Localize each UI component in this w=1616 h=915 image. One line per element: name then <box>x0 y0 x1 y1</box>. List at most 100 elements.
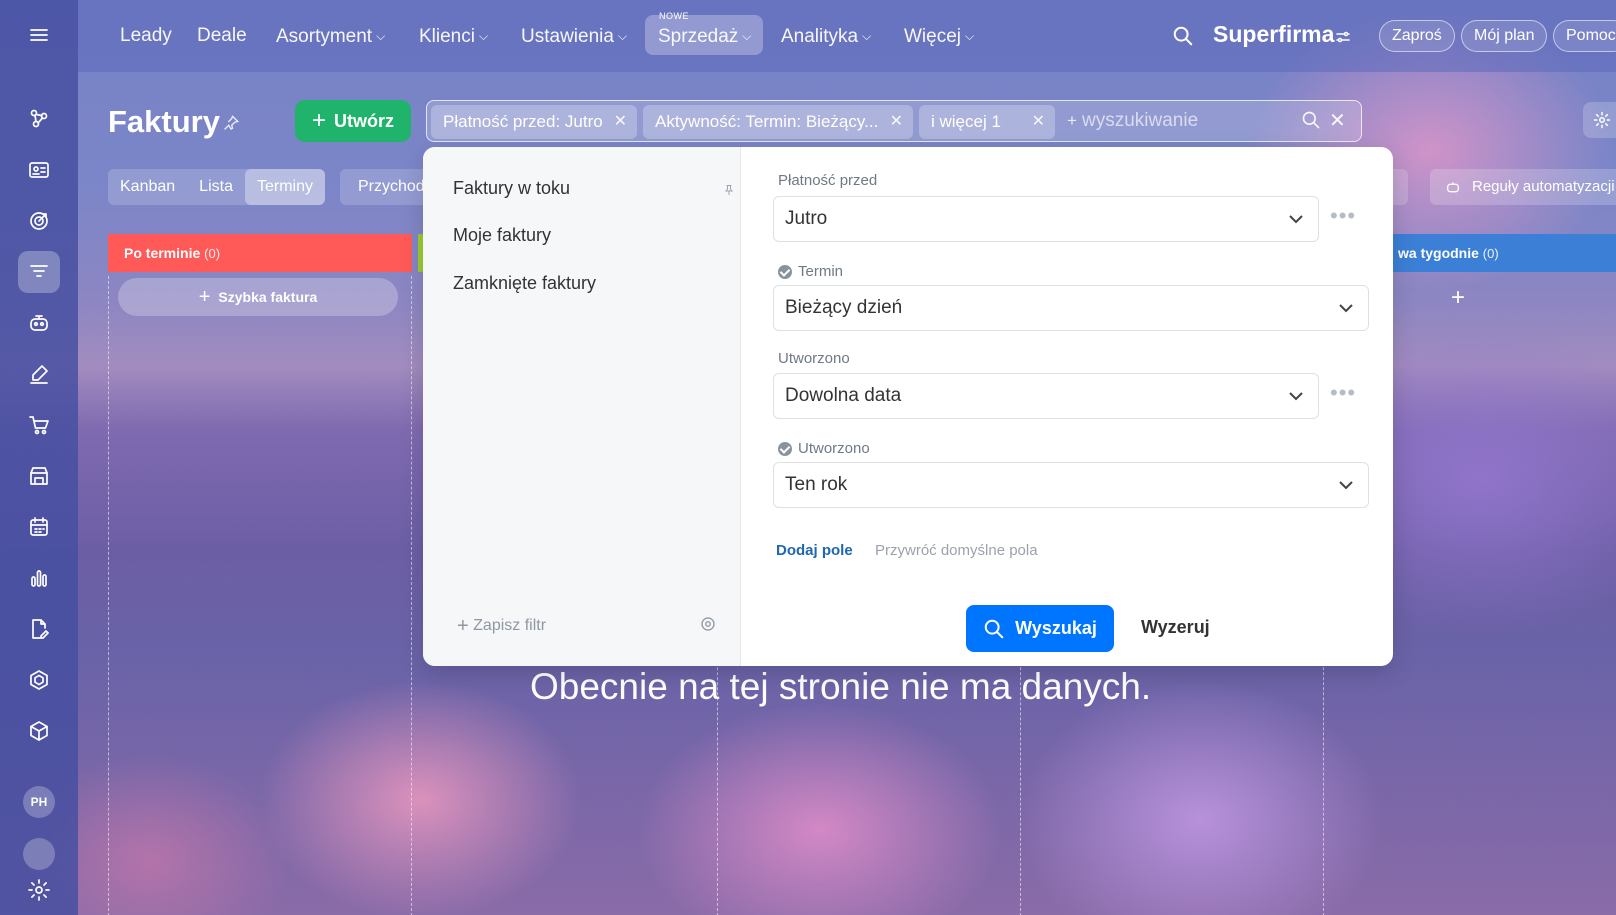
close-icon[interactable]: ✕ <box>1032 105 1045 139</box>
add-card-plus-icon[interactable]: + <box>1451 284 1465 312</box>
bar-chart-icon[interactable] <box>18 557 60 599</box>
close-icon[interactable]: ✕ <box>890 105 903 139</box>
robot-icon[interactable] <box>18 302 60 344</box>
deadline-select[interactable]: Bieżący dzień <box>773 285 1369 331</box>
chevron-down-icon <box>1289 215 1303 224</box>
cart-icon[interactable] <box>18 404 60 446</box>
robot-icon <box>1447 182 1459 193</box>
nav-item-wiecej[interactable]: Więcej ⌵ <box>904 24 974 48</box>
quick-invoice-button[interactable]: + Szybka faktura <box>118 278 398 316</box>
brand-name[interactable]: Superfirma <box>1213 21 1334 48</box>
filter-chip[interactable]: Płatność przed: Jutro ✕ <box>431 105 637 139</box>
check-circle-icon <box>778 264 792 279</box>
document-edit-icon[interactable] <box>18 608 60 650</box>
my-plan-button[interactable]: Mój plan <box>1461 20 1548 52</box>
filter-chip[interactable]: Aktywność: Termin: Bieżący... ✕ <box>643 105 913 139</box>
pin-icon[interactable] <box>222 114 240 137</box>
filter-chip[interactable]: i więcej 1 ✕ <box>919 105 1055 139</box>
search-input[interactable] <box>1082 105 1312 137</box>
nav-item-asortyment[interactable]: Asortyment ⌵ <box>276 24 385 48</box>
nav-item-sprzedaz[interactable]: Sprzedaż ⌵ <box>658 24 751 48</box>
more-options-icon[interactable]: ••• <box>1330 203 1356 229</box>
field-label-created: Utworzono <box>778 350 850 367</box>
created-date-select[interactable]: Dowolna data <box>773 373 1319 419</box>
search-icon[interactable] <box>1301 110 1321 135</box>
plus-icon: + <box>1067 111 1077 130</box>
filter-popup: Faktury w toku Moje faktury Zamknięte fa… <box>423 147 1393 666</box>
automation-rules-button[interactable]: Reguły automatyzacji <box>1430 169 1616 205</box>
restore-default-fields-link[interactable]: Przywróć domyślne pola <box>875 542 1038 559</box>
secondary-avatar[interactable] <box>23 838 55 870</box>
preset-closed-invoices[interactable]: Zamknięte faktury <box>453 273 596 294</box>
check-circle-icon <box>778 441 792 456</box>
users-network-icon[interactable] <box>18 98 60 140</box>
create-button[interactable]: + Utwórz <box>295 100 411 142</box>
close-icon[interactable]: ✕ <box>614 105 627 139</box>
view-switcher: Kanban Lista Terminy <box>108 169 325 205</box>
left-sidebar: PH <box>0 0 78 915</box>
plus-icon: + <box>198 285 211 308</box>
search-button[interactable]: Wyszukaj <box>966 605 1114 652</box>
gear-icon[interactable] <box>18 869 60 911</box>
plus-icon: + <box>457 615 469 637</box>
hamburger-menu-icon[interactable] <box>18 14 60 56</box>
nav-item-deale[interactable]: Deale <box>197 24 247 48</box>
nav-item-klienci[interactable]: Klienci ⌵ <box>419 24 488 48</box>
filter-search-bar[interactable]: Płatność przed: Jutro ✕ Aktywność: Termin… <box>426 100 1362 142</box>
tab-terminy[interactable]: Terminy <box>244 169 325 205</box>
settings-gear-button[interactable] <box>1583 102 1616 138</box>
tab-lista[interactable]: Lista <box>187 169 245 205</box>
nav-item-analityka[interactable]: Analityka ⌵ <box>781 24 871 48</box>
save-filter-button[interactable]: + Zapisz filtr <box>457 615 546 638</box>
chevron-down-icon: ⌵ <box>376 29 386 43</box>
filter-funnel-icon[interactable] <box>18 251 60 293</box>
field-label-created-checked: Utworzono <box>778 440 870 457</box>
empty-state-message: Obecnie na tej stronie nie ma danych. <box>530 666 1152 707</box>
new-badge: NOWE <box>659 11 689 21</box>
field-label-deadline: Termin <box>778 263 843 280</box>
page-title: Faktury <box>108 104 220 139</box>
nav-item-ustawienia[interactable]: Ustawienia ⌵ <box>521 24 627 48</box>
chevron-down-icon <box>1339 481 1353 490</box>
add-field-link[interactable]: Dodaj pole <box>776 542 853 559</box>
calendar-grid-icon[interactable] <box>18 506 60 548</box>
target-icon[interactable] <box>18 200 60 242</box>
clear-icon[interactable]: ✕ <box>1329 108 1346 133</box>
chevron-down-icon: ⌵ <box>965 29 975 43</box>
column-divider <box>411 276 412 915</box>
search-icon <box>984 619 1004 638</box>
created-period-select[interactable]: Ten rok <box>773 462 1369 508</box>
store-icon[interactable] <box>18 455 60 497</box>
hexagon-icon[interactable] <box>18 659 60 701</box>
contact-card-icon[interactable] <box>18 149 60 191</box>
chevron-down-icon: ⌵ <box>862 29 872 43</box>
column-header-overdue: Po terminie (0) <box>108 234 412 272</box>
box-icon[interactable] <box>18 710 60 752</box>
more-options-icon[interactable]: ••• <box>1330 380 1356 406</box>
gear-icon[interactable] <box>699 615 717 638</box>
filter-presets-panel: Faktury w toku Moje faktury Zamknięte fa… <box>423 147 741 666</box>
preset-my-invoices[interactable]: Moje faktury <box>453 225 551 246</box>
chevron-down-icon: ⌵ <box>617 29 628 43</box>
pin-icon[interactable] <box>723 183 735 202</box>
user-avatar[interactable]: PH <box>23 786 55 818</box>
plus-icon: + <box>311 107 326 134</box>
sliders-icon[interactable] <box>1334 28 1352 51</box>
nav-item-leady[interactable]: Leady <box>120 24 172 48</box>
preset-in-progress[interactable]: Faktury w toku <box>453 178 570 199</box>
column-header-two-weeks: wa tygodnie (0) <box>1392 234 1616 272</box>
chevron-down-icon <box>1289 392 1303 401</box>
chevron-down-icon <box>1339 304 1353 313</box>
chevron-down-icon: ⌵ <box>742 29 752 43</box>
search-icon[interactable] <box>1172 25 1194 52</box>
column-divider <box>108 276 109 915</box>
chevron-down-icon: ⌵ <box>478 29 489 43</box>
reset-button[interactable]: Wyzeruj <box>1141 617 1210 638</box>
invite-button[interactable]: Zaproś <box>1379 20 1455 52</box>
field-label-payment-before: Płatność przed <box>778 172 878 189</box>
payment-before-select[interactable]: Jutro <box>773 196 1319 242</box>
help-button[interactable]: Pomoc <box>1553 20 1616 52</box>
tab-kanban[interactable]: Kanban <box>108 169 187 205</box>
sign-pen-icon[interactable] <box>18 353 60 395</box>
gear-icon <box>1593 111 1611 129</box>
